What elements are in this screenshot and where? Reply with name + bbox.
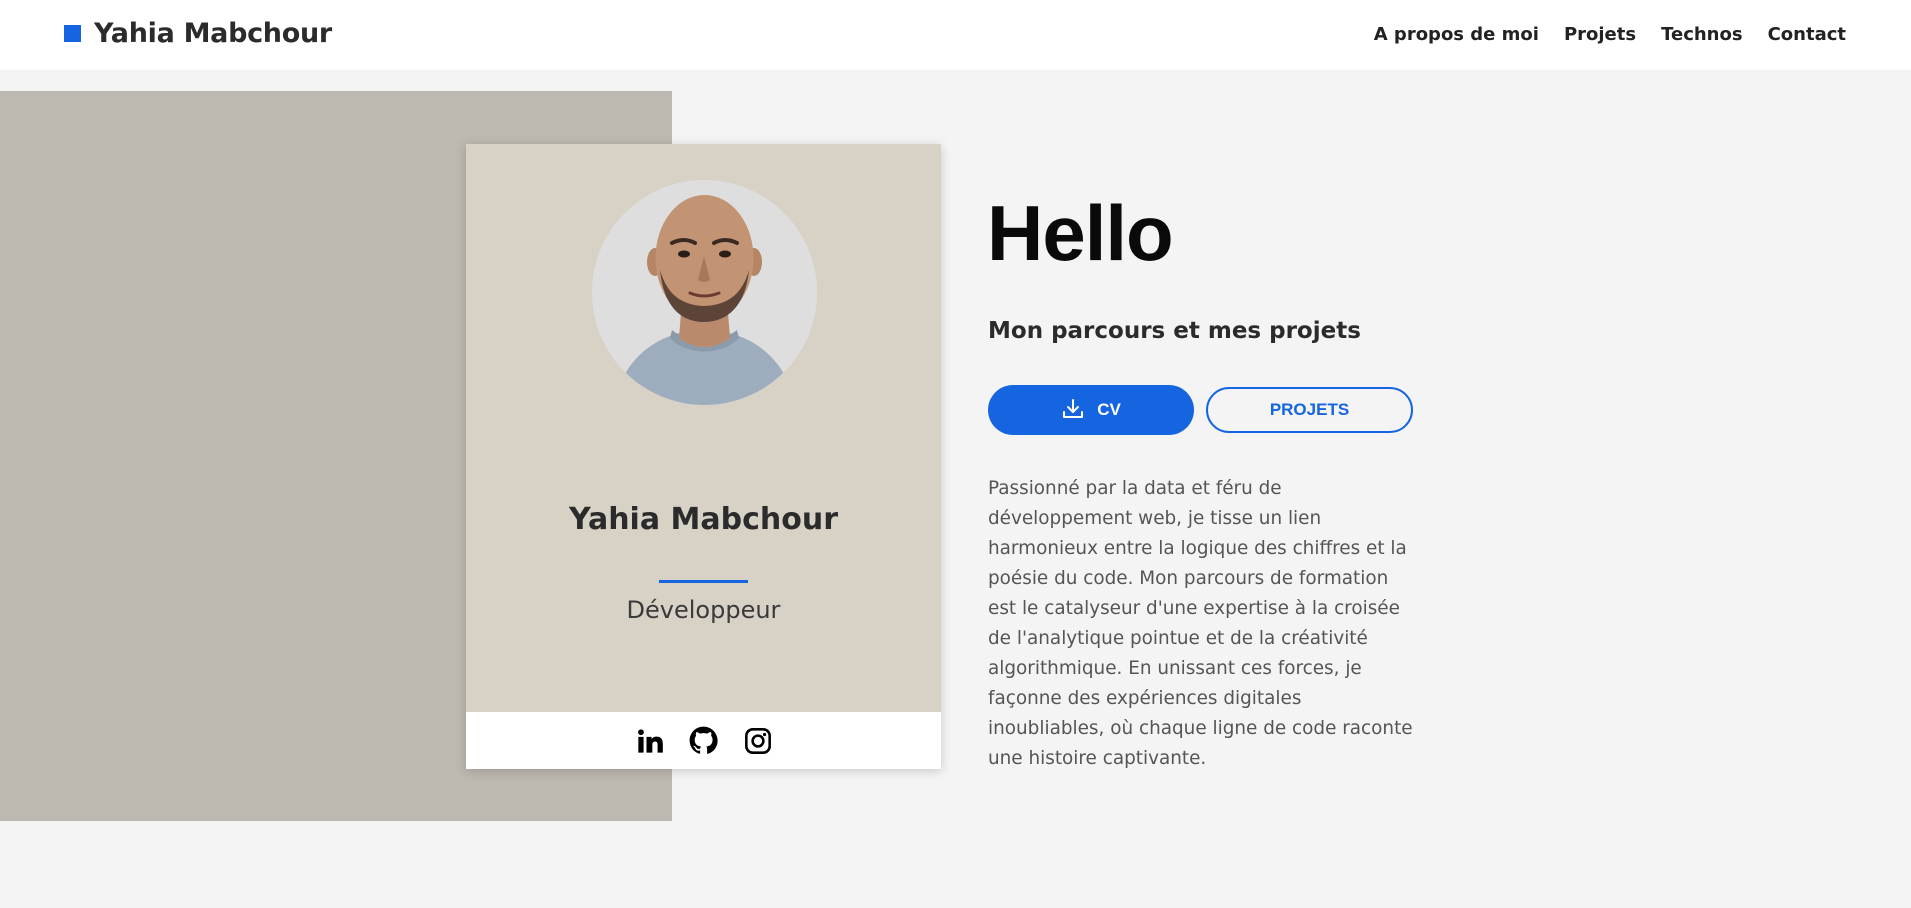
avatar <box>592 180 817 405</box>
profile-photo <box>592 180 817 405</box>
instagram-icon[interactable] <box>743 726 773 756</box>
top-navbar: Yahia Mabchour A propos de moi Projets T… <box>0 0 1911 70</box>
brand-logo-square <box>64 25 81 42</box>
brand-name: Yahia Mabchour <box>94 18 332 49</box>
nav-link-technos[interactable]: Technos <box>1661 24 1742 45</box>
download-icon <box>1061 397 1085 424</box>
card-name: Yahia Mabchour <box>568 502 839 537</box>
cv-button-label: CV <box>1097 400 1121 419</box>
card-divider <box>659 580 748 583</box>
nav-link-contact[interactable]: Contact <box>1768 24 1846 45</box>
social-links <box>466 712 941 769</box>
github-icon[interactable] <box>689 726 719 756</box>
hero-tagline: Mon parcours et mes projets <box>988 318 1361 344</box>
card-role: Développeur <box>626 596 781 624</box>
download-cv-button[interactable]: CV <box>988 385 1194 435</box>
main-nav: A propos de moi Projets Technos Contact <box>1349 24 1846 45</box>
brand[interactable]: Yahia Mabchour <box>64 18 332 49</box>
nav-link-projects[interactable]: Projets <box>1564 24 1636 45</box>
linkedin-icon[interactable] <box>635 726 665 756</box>
projects-button[interactable]: PROJETS <box>1206 387 1413 433</box>
hero-greeting: Hello <box>987 189 1174 277</box>
profile-card: Yahia Mabchour Développeur <box>466 144 941 769</box>
bio-paragraph: Passionné par la data et féru de dévelop… <box>988 478 1413 769</box>
nav-link-about[interactable]: A propos de moi <box>1374 24 1539 45</box>
